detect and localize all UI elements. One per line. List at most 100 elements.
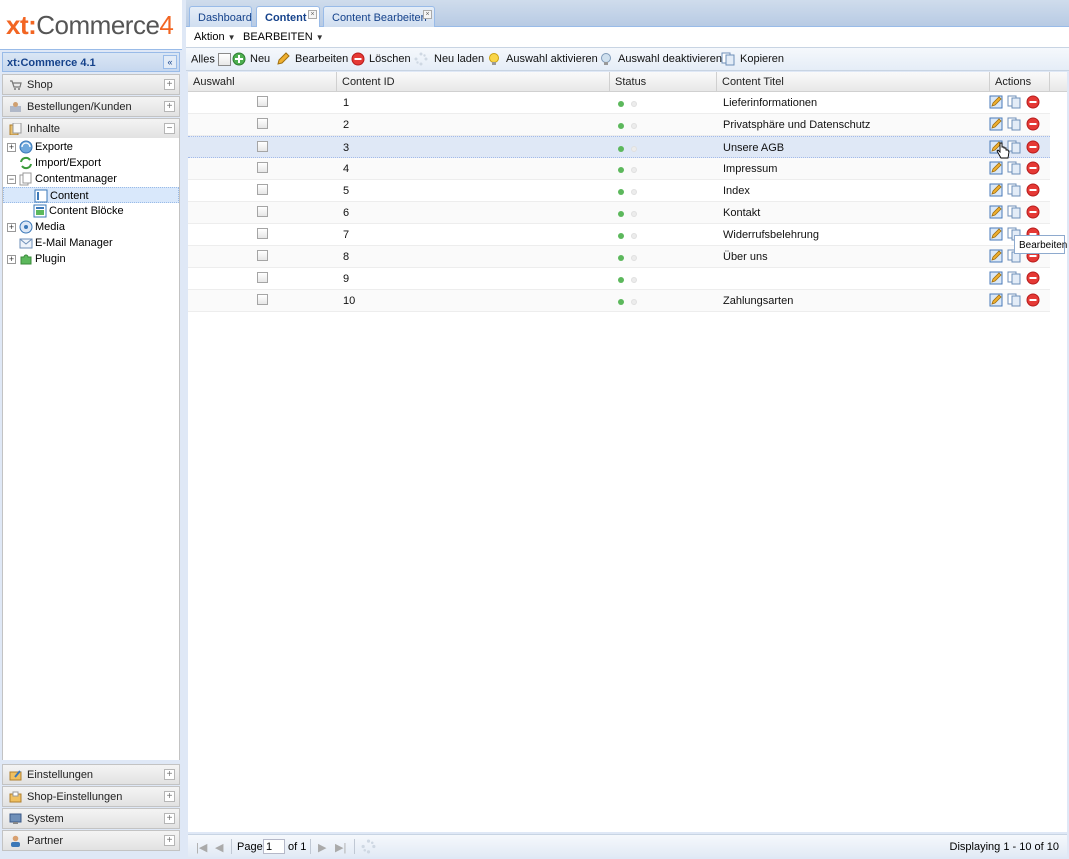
status-inactive-icon[interactable] — [631, 189, 637, 195]
status-inactive-icon[interactable] — [631, 101, 637, 107]
status-active-icon[interactable] — [618, 101, 624, 107]
plus-icon[interactable]: + — [7, 255, 16, 264]
copy-icon[interactable] — [1007, 161, 1021, 175]
plus-icon[interactable]: + — [7, 143, 16, 152]
deactivate-selection-button[interactable]: Auswahl deaktivieren — [618, 53, 722, 65]
status-inactive-icon[interactable] — [631, 167, 637, 173]
tree-item-exporte[interactable]: + Exporte — [3, 139, 179, 155]
row-checkbox[interactable] — [257, 162, 268, 173]
status-inactive-icon[interactable] — [631, 211, 637, 217]
edit-icon[interactable] — [989, 95, 1003, 109]
delete-icon[interactable] — [1026, 293, 1040, 307]
delete-icon[interactable] — [1026, 183, 1040, 197]
plus-icon[interactable]: + — [7, 223, 16, 232]
delete-icon[interactable] — [1026, 205, 1040, 219]
tree-item-content-bloecke[interactable]: Content Blöcke — [3, 203, 179, 219]
edit-icon[interactable] — [989, 271, 1003, 285]
copy-icon[interactable] — [1007, 95, 1021, 109]
status-active-icon[interactable] — [618, 299, 624, 305]
tree-item-content[interactable]: Content — [3, 187, 179, 203]
status-inactive-icon[interactable] — [631, 299, 637, 305]
status-active-icon[interactable] — [618, 146, 624, 152]
status-inactive-icon[interactable] — [631, 277, 637, 283]
column-header-actions[interactable]: Actions — [990, 72, 1050, 92]
section-shop-einstellungen[interactable]: Shop-Einstellungen + — [2, 786, 180, 807]
copy-icon[interactable] — [1007, 205, 1021, 219]
expand-icon[interactable]: + — [164, 835, 175, 846]
row-checkbox[interactable] — [257, 184, 268, 195]
row-checkbox[interactable] — [257, 228, 268, 239]
delete-icon[interactable] — [1026, 140, 1040, 154]
section-bestellungen[interactable]: Bestellungen/Kunden + — [2, 96, 180, 117]
refresh-icon[interactable] — [361, 839, 376, 854]
new-button[interactable]: Neu — [250, 53, 270, 65]
collapse-icon[interactable]: − — [164, 123, 175, 134]
column-header-status[interactable]: Status — [610, 72, 717, 92]
edit-icon[interactable] — [989, 249, 1003, 263]
section-shop[interactable]: Shop + — [2, 74, 180, 95]
tree-item-email-manager[interactable]: E-Mail Manager — [3, 235, 179, 251]
row-checkbox[interactable] — [257, 118, 268, 129]
expand-icon[interactable]: + — [164, 101, 175, 112]
collapse-sidebar-button[interactable]: « — [163, 55, 177, 69]
row-checkbox[interactable] — [257, 141, 268, 152]
table-row[interactable]: 3 Unsere AGB — [188, 136, 1050, 158]
status-active-icon[interactable] — [618, 277, 624, 283]
edit-icon[interactable] — [989, 183, 1003, 197]
tab-content-bearbeiten[interactable]: Content Bearbeiten × — [323, 6, 435, 27]
copy-icon[interactable] — [1007, 271, 1021, 285]
table-row[interactable]: 10 Zahlungsarten — [188, 290, 1050, 312]
minus-icon[interactable]: − — [7, 175, 16, 184]
row-checkbox[interactable] — [257, 272, 268, 283]
delete-icon[interactable] — [1026, 271, 1040, 285]
close-icon[interactable]: × — [308, 10, 317, 19]
first-page-icon[interactable]: |◀ — [196, 841, 207, 854]
copy-icon[interactable] — [1007, 183, 1021, 197]
last-page-icon[interactable]: ▶| — [335, 841, 346, 854]
table-row[interactable]: 1 Lieferinformationen — [188, 92, 1050, 114]
table-row[interactable]: 5 Index — [188, 180, 1050, 202]
edit-icon[interactable] — [989, 227, 1003, 241]
close-icon[interactable]: × — [423, 10, 432, 19]
status-active-icon[interactable] — [618, 233, 624, 239]
edit-icon[interactable] — [989, 161, 1003, 175]
column-header-content-titel[interactable]: Content Titel — [717, 72, 990, 92]
page-number-input[interactable] — [263, 839, 285, 854]
section-system[interactable]: System + — [2, 808, 180, 829]
reload-button[interactable]: Neu laden — [434, 53, 484, 65]
prev-page-icon[interactable]: ◀ — [215, 841, 223, 854]
tab-dashboard[interactable]: Dashboard — [189, 6, 252, 27]
table-row[interactable]: 6 Kontakt — [188, 202, 1050, 224]
expand-icon[interactable]: + — [164, 813, 175, 824]
table-row[interactable]: 9 — [188, 268, 1050, 290]
copy-icon[interactable] — [1007, 293, 1021, 307]
row-checkbox[interactable] — [257, 206, 268, 217]
edit-icon[interactable] — [989, 117, 1003, 131]
row-checkbox[interactable] — [257, 294, 268, 305]
column-header-auswahl[interactable]: Auswahl — [188, 72, 337, 92]
section-partner[interactable]: Partner + — [2, 830, 180, 851]
tab-content[interactable]: Content × — [256, 6, 320, 28]
status-inactive-icon[interactable] — [631, 233, 637, 239]
expand-icon[interactable]: + — [164, 791, 175, 802]
activate-selection-button[interactable]: Auswahl aktivieren — [506, 53, 598, 65]
expand-icon[interactable]: + — [164, 79, 175, 90]
table-row[interactable]: 8 Über uns — [188, 246, 1050, 268]
edit-icon[interactable] — [989, 293, 1003, 307]
delete-icon[interactable] — [1026, 161, 1040, 175]
column-header-content-id[interactable]: Content ID — [337, 72, 610, 92]
status-active-icon[interactable] — [618, 211, 624, 217]
tree-item-import-export[interactable]: Import/Export — [3, 155, 179, 171]
section-inhalte[interactable]: Inhalte − — [2, 118, 180, 139]
copy-button[interactable]: Kopieren — [740, 53, 784, 65]
edit-icon[interactable] — [989, 205, 1003, 219]
status-active-icon[interactable] — [618, 255, 624, 261]
tree-item-media[interactable]: + Media — [3, 219, 179, 235]
status-active-icon[interactable] — [618, 123, 624, 129]
status-inactive-icon[interactable] — [631, 146, 637, 152]
next-page-icon[interactable]: ▶ — [318, 841, 326, 854]
delete-icon[interactable] — [1026, 95, 1040, 109]
section-einstellungen[interactable]: Einstellungen + — [2, 764, 180, 785]
tree-item-plugin[interactable]: + Plugin — [3, 251, 179, 267]
table-row[interactable]: 2 Privatsphäre und Datenschutz — [188, 114, 1050, 136]
